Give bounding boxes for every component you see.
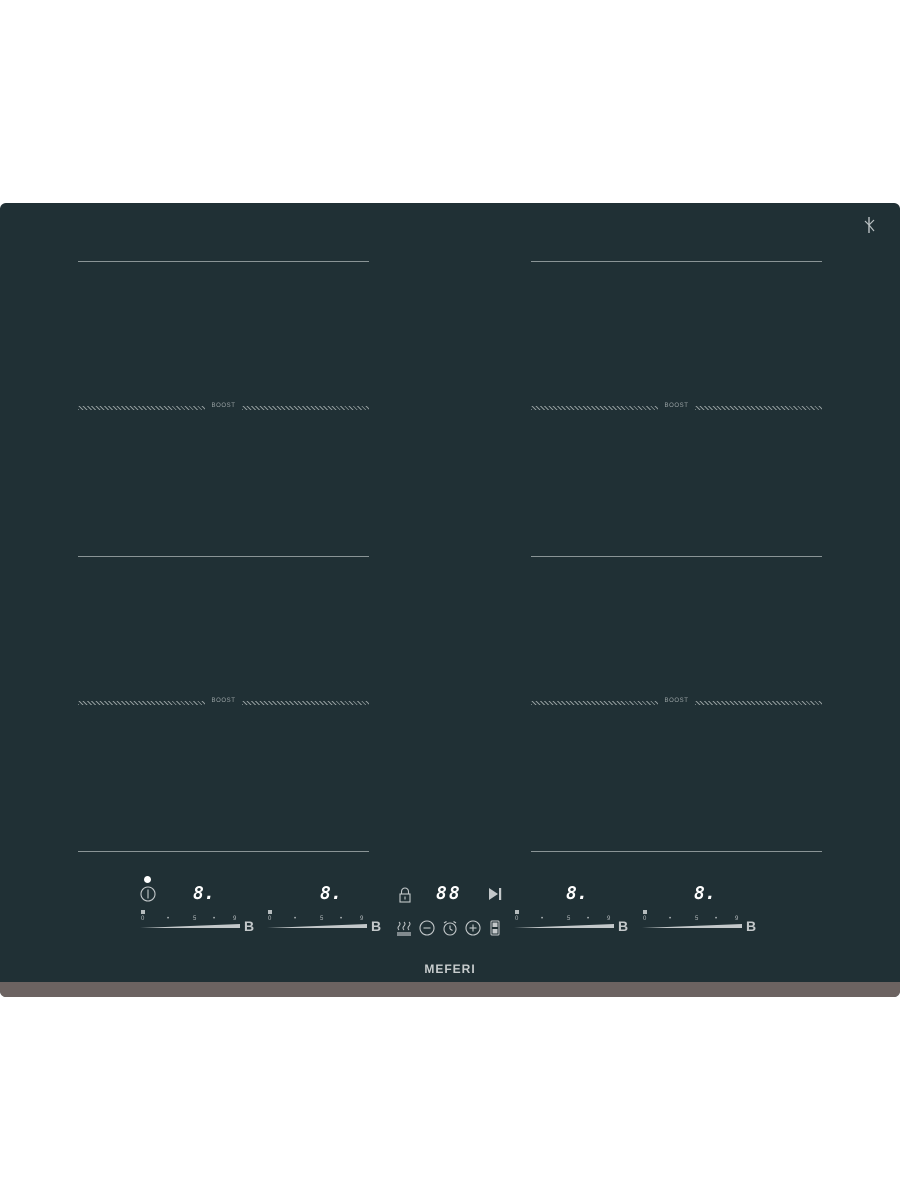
zone2-level-display: 8. (320, 883, 342, 904)
zone-bottom-line (531, 851, 822, 852)
play-pause-icon[interactable] (487, 886, 503, 902)
plus-icon[interactable] (465, 920, 481, 936)
power-indicator-dot (144, 876, 151, 883)
zone3-level-display: 8. (566, 883, 588, 904)
slider-track[interactable] (140, 923, 240, 929)
zone3-power-slider[interactable]: 0 • 5 • 9 B (514, 910, 638, 934)
zone1-level-display: 8. (193, 883, 215, 904)
boost-button[interactable]: B (244, 918, 254, 934)
zone-middle-line (531, 556, 822, 557)
brand-logo: MEFERI (424, 962, 476, 976)
zone4-power-slider[interactable]: 0 • 5 • 9 B (642, 910, 766, 934)
boost-divider: BOOST (78, 403, 369, 412)
lock-icon[interactable] (398, 887, 412, 903)
boost-button[interactable]: B (371, 918, 381, 934)
keep-warm-icon[interactable] (396, 920, 412, 936)
right-column-zones: BOOST BOOST (531, 261, 822, 852)
boost-button[interactable]: B (618, 918, 628, 934)
timer-display: 88 (436, 883, 462, 904)
left-column-zones: BOOST BOOST (78, 261, 369, 852)
boost-divider: BOOST (531, 403, 822, 412)
hob-frame-edge (0, 982, 900, 997)
bridge-icon[interactable] (490, 920, 500, 936)
slider-scale: 0 • 5 • 9 (268, 916, 364, 922)
power-icon[interactable] (140, 886, 156, 902)
slider-scale: 0 • 5 • 9 (141, 916, 237, 922)
slider-track[interactable] (267, 923, 367, 929)
boost-divider: BOOST (531, 698, 822, 707)
hood-connect-icon (864, 217, 875, 233)
slider-indicator (515, 910, 519, 914)
slider-indicator (268, 910, 272, 914)
zone-top-line (78, 261, 369, 262)
induction-hob-panel: BOOST BOOST BOOST BOOST 8. 8. 88 8. 8. 0… (0, 203, 900, 997)
minus-icon[interactable] (419, 920, 435, 936)
zone1-power-slider[interactable]: 0 • 5 • 9 B (140, 910, 264, 934)
boost-divider: BOOST (78, 698, 369, 707)
slider-track[interactable] (514, 923, 614, 929)
slider-scale: 0 • 5 • 9 (643, 916, 739, 922)
boost-button[interactable]: B (746, 918, 756, 934)
slider-indicator (141, 910, 145, 914)
slider-scale: 0 • 5 • 9 (515, 916, 611, 922)
zone-top-line (531, 261, 822, 262)
zone4-level-display: 8. (694, 883, 716, 904)
slider-indicator (643, 910, 647, 914)
zone2-power-slider[interactable]: 0 • 5 • 9 B (267, 910, 391, 934)
slider-track[interactable] (642, 923, 742, 929)
timer-icon[interactable] (442, 920, 458, 936)
zone-middle-line (78, 556, 369, 557)
zone-bottom-line (78, 851, 369, 852)
